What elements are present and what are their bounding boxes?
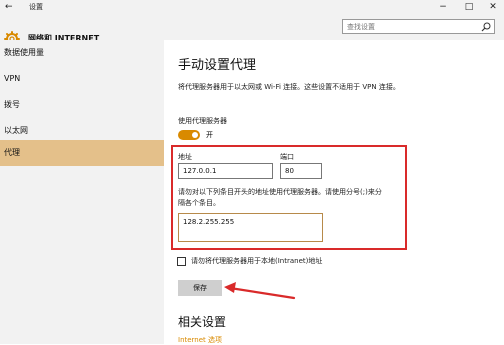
sidebar-item-proxy[interactable]: 代理 — [0, 140, 164, 166]
sidebar-item-label: 拨号 — [4, 100, 20, 109]
sidebar-item-label: VPN — [4, 74, 21, 83]
window-title: 设置 — [29, 3, 43, 11]
search-icon[interactable] — [481, 22, 491, 32]
search-input[interactable] — [347, 21, 477, 33]
sidebar-item-data-usage[interactable]: 数据使用量 — [0, 40, 164, 66]
exceptions-input[interactable] — [183, 217, 313, 227]
exceptions-field[interactable] — [178, 213, 323, 242]
sidebar-item-dialup[interactable]: 拨号 — [0, 92, 164, 118]
toggle-state-label: 开 — [206, 131, 213, 139]
proxy-description: 将代理服务器用于以太网或 Wi-Fi 连接。这些设置不适用于 VPN 连接。 — [178, 83, 400, 91]
exceptions-label-line1: 请勿对以下列条目开头的地址使用代理服务器。请使用分号(;)来分 — [178, 188, 382, 196]
minimize-button[interactable]: − — [436, 0, 450, 14]
port-input[interactable] — [285, 166, 321, 176]
annotation-arrow — [224, 282, 296, 300]
save-button[interactable]: 保存 — [178, 280, 222, 296]
search-box[interactable] — [342, 19, 495, 34]
use-proxy-toggle[interactable] — [178, 130, 200, 140]
address-input[interactable] — [183, 166, 267, 176]
port-field[interactable] — [280, 163, 322, 179]
address-label: 地址 — [178, 153, 192, 161]
page-title: 手动设置代理 — [178, 58, 257, 73]
address-field[interactable] — [178, 163, 273, 179]
sidebar-item-label: 以太网 — [4, 126, 28, 135]
port-label: 端口 — [280, 153, 294, 161]
toggle-knob — [192, 132, 198, 138]
sidebar-item-label: 数据使用量 — [4, 48, 44, 57]
back-button[interactable]: ← — [5, 0, 13, 14]
local-bypass-label: 请勿将代理服务器用于本地(Intranet)地址 — [191, 257, 323, 265]
local-bypass-checkbox[interactable] — [177, 257, 186, 266]
title-bar: ← 设置 − □ ✕ — [0, 0, 504, 14]
sidebar-item-label: 代理 — [4, 148, 20, 157]
use-proxy-label: 使用代理服务器 — [178, 117, 227, 125]
close-button[interactable]: ✕ — [486, 0, 500, 14]
related-settings-title: 相关设置 — [178, 315, 227, 329]
maximize-button[interactable]: □ — [462, 0, 476, 14]
exceptions-label-line2: 隔各个条目。 — [178, 199, 220, 207]
sidebar-item-vpn[interactable]: VPN — [0, 66, 164, 92]
